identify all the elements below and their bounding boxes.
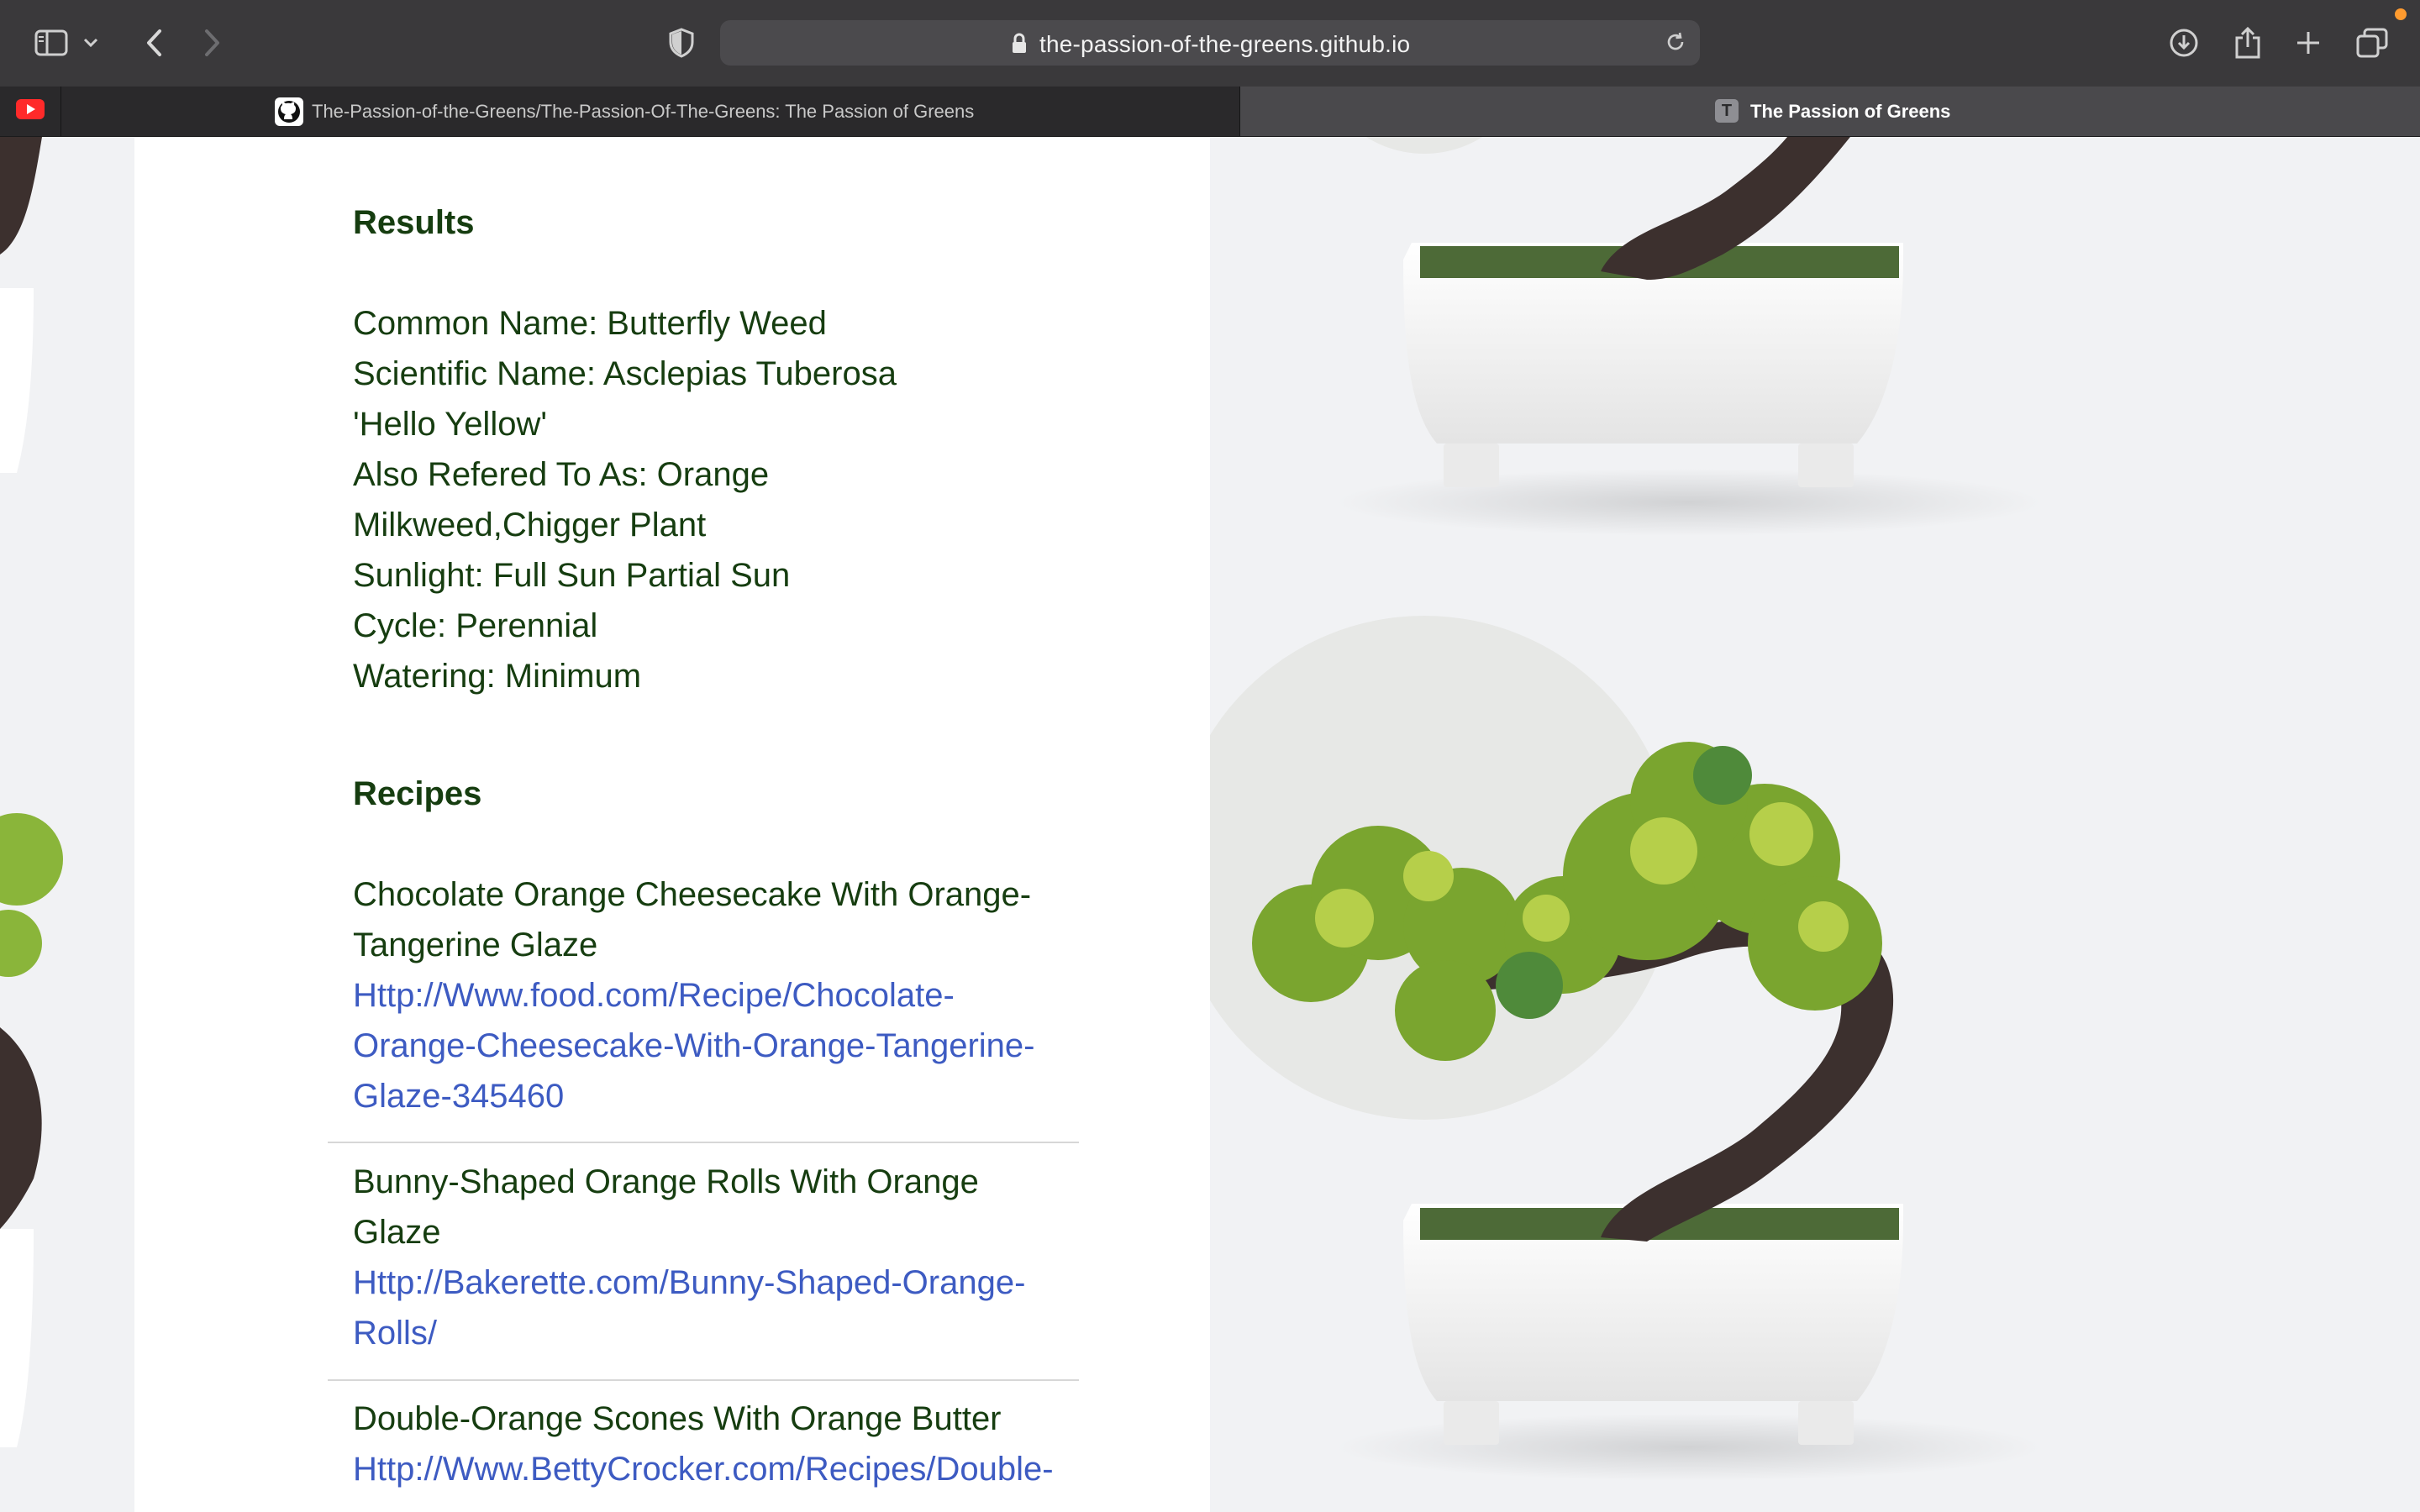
cycle: Cycle: Perennial <box>353 607 598 644</box>
recipe-title: Chocolate Orange Cheesecake With Orange- <box>353 876 1032 913</box>
download-icon[interactable] <box>2163 22 2205 64</box>
tab-overview-icon[interactable] <box>2351 22 2393 64</box>
recipe-link[interactable]: Http://Www.food.com/Recipe/Chocolate- <box>353 970 1076 1021</box>
tab-title: The-Passion-of-the-Greens/The-Passion-Of… <box>312 101 975 122</box>
content-panel: Results Common Name: Butterfly Weed Scie… <box>134 137 1210 1512</box>
sunlight: Sunlight: Full Sun Partial Sun <box>353 557 791 594</box>
notification-dot <box>2395 8 2407 20</box>
recipe-link[interactable]: Http://Www.BettyCrocker.com/Recipes/Doub… <box>353 1444 1076 1494</box>
tab-title: The Passion of Greens <box>1750 101 1951 122</box>
recipe-link-cont[interactable]: Orange-Cheesecake-With-Orange-Tangerine- <box>353 1021 1076 1071</box>
recipe-link-cont[interactable]: Glaze-345460 <box>353 1071 1076 1121</box>
tab-github[interactable]: The-Passion-of-the-Greens/The-Passion-Of… <box>61 87 1240 136</box>
recipe-title-cont: Tangerine Glaze <box>353 927 598 963</box>
tab-youtube[interactable] <box>0 87 61 136</box>
watering: Watering: Minimum <box>353 658 642 695</box>
tab-bar: The-Passion-of-the-Greens/The-Passion-Of… <box>0 87 2420 137</box>
common-name: Common Name: Butterfly Weed <box>353 305 827 342</box>
forward-icon[interactable] <box>192 22 234 64</box>
recipe-divider <box>328 1142 1079 1143</box>
recipes-heading: Recipes <box>353 775 482 812</box>
reload-icon[interactable] <box>1664 30 1687 58</box>
also-referred-to-as: Also Refered To As: Orange <box>353 456 770 493</box>
youtube-icon <box>16 99 45 123</box>
share-icon[interactable] <box>2227 22 2269 64</box>
tab-favicon: T <box>1715 99 1739 123</box>
recipe-title: Bunny-Shaped Orange Rolls With Orange <box>353 1163 979 1200</box>
recipe-divider <box>328 1379 1079 1381</box>
cultivar-name: 'Hello Yellow' <box>353 406 547 443</box>
web-page: Results Common Name: Butterfly Weed Scie… <box>0 137 2420 1512</box>
github-icon <box>275 97 303 130</box>
recipe-title-cont: Glaze <box>353 1214 441 1251</box>
sidebar-icon[interactable] <box>30 22 72 64</box>
new-tab-icon[interactable] <box>2287 22 2329 64</box>
address-bar[interactable]: the-passion-of-the-greens.github.io <box>720 20 1700 66</box>
tab-passion-of-greens[interactable]: T The Passion of Greens <box>1240 87 2420 136</box>
recipe-title: Double-Orange Scones With Orange Butter <box>353 1400 1002 1437</box>
recipe-link[interactable]: Http://Bakerette.com/Bunny-Shaped-Orange… <box>353 1257 1076 1308</box>
results-heading: Results <box>353 204 475 241</box>
url-text: the-passion-of-the-greens.github.io <box>1039 31 1411 57</box>
also-referred-to-as-cont: Milkweed,Chigger Plant <box>353 507 707 543</box>
scientific-name: Scientific Name: Asclepias Tuberosa <box>353 355 897 392</box>
chevron-down-icon[interactable] <box>76 22 106 64</box>
browser-toolbar: the-passion-of-the-greens.github.io <box>0 0 2420 87</box>
back-icon[interactable] <box>133 22 175 64</box>
lock-icon <box>1011 33 1028 59</box>
privacy-shield-icon[interactable] <box>660 22 702 64</box>
recipe-link-cont[interactable]: Rolls/ <box>353 1308 1076 1358</box>
